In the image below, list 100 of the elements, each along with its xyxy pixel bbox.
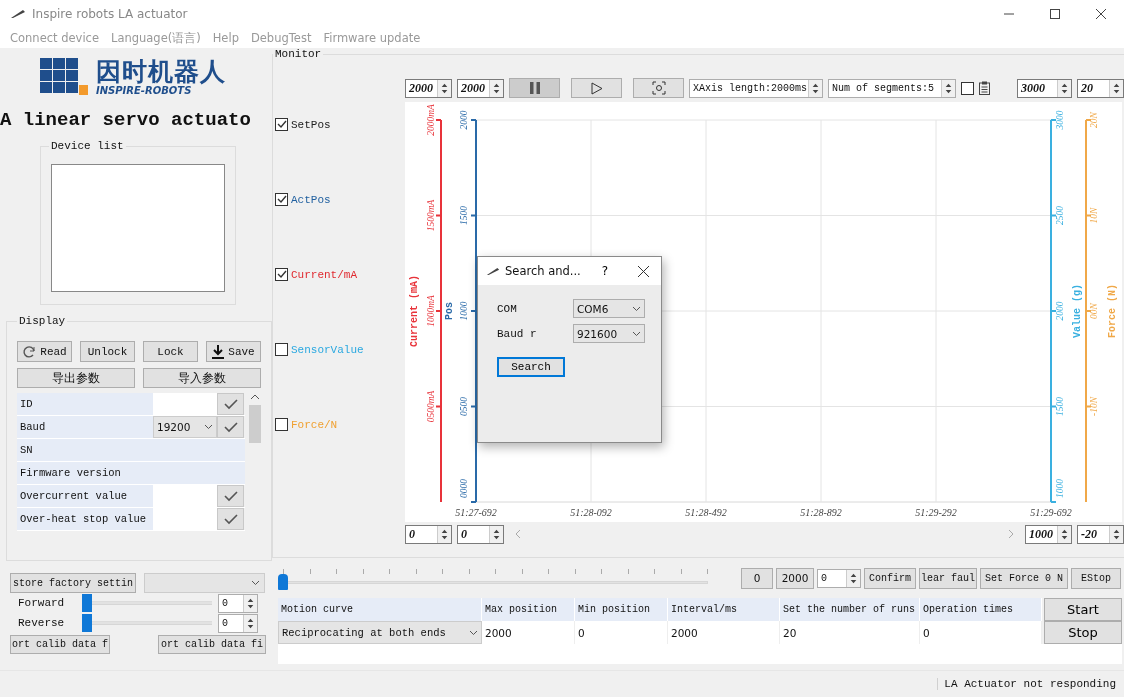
checkbox[interactable] <box>275 343 288 356</box>
status-text: LA Actuator not responding <box>937 678 1120 690</box>
fit-view-button[interactable] <box>633 78 684 98</box>
param-input[interactable] <box>153 485 217 507</box>
spin-box[interactable]: 20 <box>1077 78 1124 98</box>
apply-button[interactable] <box>217 508 244 530</box>
spin-box[interactable]: Num of segments:5 <box>828 78 956 98</box>
logo-text: 因时机器人 <box>96 58 226 84</box>
spin-arrows-icon[interactable] <box>1057 525 1071 543</box>
spin-arrows-icon[interactable] <box>1057 79 1071 97</box>
apply-button[interactable] <box>217 485 244 507</box>
start-button[interactable]: Start <box>1044 598 1122 621</box>
export-button[interactable]: 导入参数 <box>143 368 261 388</box>
maximize-icon <box>1050 9 1060 19</box>
spin-box[interactable]: 0 <box>817 568 861 588</box>
spin-box[interactable]: XAxis length:2000ms <box>689 78 823 98</box>
checkbox[interactable] <box>961 81 974 95</box>
spin-box[interactable]: -20 <box>1077 524 1124 544</box>
spin-box[interactable]: 3000 <box>1017 78 1072 98</box>
spin-arrows-icon[interactable] <box>846 569 860 587</box>
channel-label: Current/mA <box>291 268 357 281</box>
value-display: 2000 <box>776 567 814 589</box>
axis-tick-label: 51:27-692 <box>455 507 497 519</box>
axis-tick-label: -10N <box>1089 397 1100 416</box>
export-button[interactable]: 导出参数 <box>17 368 135 388</box>
apply-button[interactable] <box>217 416 244 438</box>
toolbar-button[interactable]: Read <box>17 341 72 362</box>
spin-box[interactable]: 0 <box>457 524 504 544</box>
axis-tick-label: 20N <box>1089 112 1100 128</box>
action-button[interactable]: Set Force 0 N <box>980 567 1068 589</box>
close-icon <box>637 265 649 277</box>
axis-tick-label: 0500 <box>459 397 470 416</box>
spin-arrows-icon[interactable] <box>437 525 451 543</box>
slider-thumb[interactable] <box>82 594 92 612</box>
toolbar-button[interactable]: Lock <box>143 341 198 362</box>
spin-arrows-icon[interactable] <box>243 614 257 632</box>
logo-icon <box>40 58 88 96</box>
spin-arrows-icon[interactable] <box>1109 79 1123 97</box>
apply-button[interactable] <box>217 393 244 415</box>
help-button[interactable]: ? <box>590 264 620 278</box>
action-button[interactable]: EStop <box>1071 567 1121 589</box>
check-icon <box>223 490 238 502</box>
spin-box[interactable]: 2000 <box>457 78 504 98</box>
spin-arrows-icon[interactable] <box>489 79 503 97</box>
axis-tick-label: 51:28-092 <box>570 507 612 519</box>
column-header: Operation times <box>920 598 1042 621</box>
axis-tick-label: 10N <box>1089 207 1100 224</box>
spin-box[interactable]: 0 <box>218 593 258 613</box>
checkbox[interactable] <box>275 193 288 206</box>
spin-arrows-icon[interactable] <box>489 525 503 543</box>
param-input[interactable] <box>153 393 217 415</box>
checkbox[interactable] <box>275 268 288 281</box>
close-icon <box>1096 9 1106 19</box>
axis-tick-label: 2500 <box>1055 206 1066 225</box>
spin-box[interactable]: 1000 <box>1025 524 1072 544</box>
dialog-title: Search and... <box>505 264 582 278</box>
axis-tick-label: 1500 <box>1055 397 1066 416</box>
column-header: Max position <box>482 598 575 621</box>
spin-arrows-icon[interactable] <box>1109 525 1123 543</box>
calibration-button[interactable]: ort calib data f <box>10 635 110 654</box>
app-icon <box>486 266 500 276</box>
checkbox[interactable] <box>275 418 288 431</box>
spin-box[interactable]: 0 <box>405 524 452 544</box>
table-cell: 2000 <box>668 621 780 644</box>
param-input[interactable] <box>153 508 217 530</box>
search-button[interactable]: Search <box>497 357 565 377</box>
caret-icon <box>469 629 478 636</box>
spin-box[interactable]: 2000 <box>405 78 452 98</box>
device-list[interactable] <box>51 164 225 292</box>
toolbar-button[interactable]: Unlock <box>80 341 135 362</box>
axis-tick-label: 51:29-292 <box>915 507 957 519</box>
axis-tick-label: 51:28-892 <box>800 507 842 519</box>
spin-arrows-icon[interactable] <box>243 594 257 612</box>
calibration-button[interactable]: ort calib data fi <box>158 635 266 654</box>
spin-arrows-icon[interactable] <box>941 79 955 97</box>
column-header: Set the number of runs <box>780 598 920 621</box>
restore-button[interactable]: store factory settin <box>10 573 136 593</box>
spin-arrows-icon[interactable] <box>808 79 822 97</box>
stop-button[interactable]: Stop <box>1044 621 1122 644</box>
checkbox[interactable] <box>275 118 288 131</box>
clipboard-icon[interactable] <box>979 81 990 95</box>
toolbar-button[interactable]: Save <box>206 341 261 362</box>
pause-button[interactable] <box>509 78 560 98</box>
dropdown[interactable]: COM6 <box>573 299 645 318</box>
slider-thumb[interactable] <box>82 614 92 632</box>
param-select[interactable]: 19200 <box>153 416 217 438</box>
play-button[interactable] <box>571 78 622 98</box>
curve-select[interactable]: Reciprocating at both ends <box>278 621 482 644</box>
action-button[interactable]: Confirm <box>864 567 916 589</box>
refresh-icon <box>22 344 37 359</box>
check-icon <box>276 195 287 204</box>
action-button[interactable]: lear faul <box>919 567 977 589</box>
dropdown[interactable]: 921600 <box>573 324 645 343</box>
spin-box[interactable]: 0 <box>218 613 258 633</box>
check-icon <box>276 120 287 129</box>
spin-arrows-icon[interactable] <box>437 79 451 97</box>
axis-tick-label: 3000 <box>1055 110 1066 130</box>
slider-thumb[interactable] <box>278 574 288 590</box>
table-cell: 0 <box>575 621 668 644</box>
column-header: Interval/ms <box>668 598 780 621</box>
